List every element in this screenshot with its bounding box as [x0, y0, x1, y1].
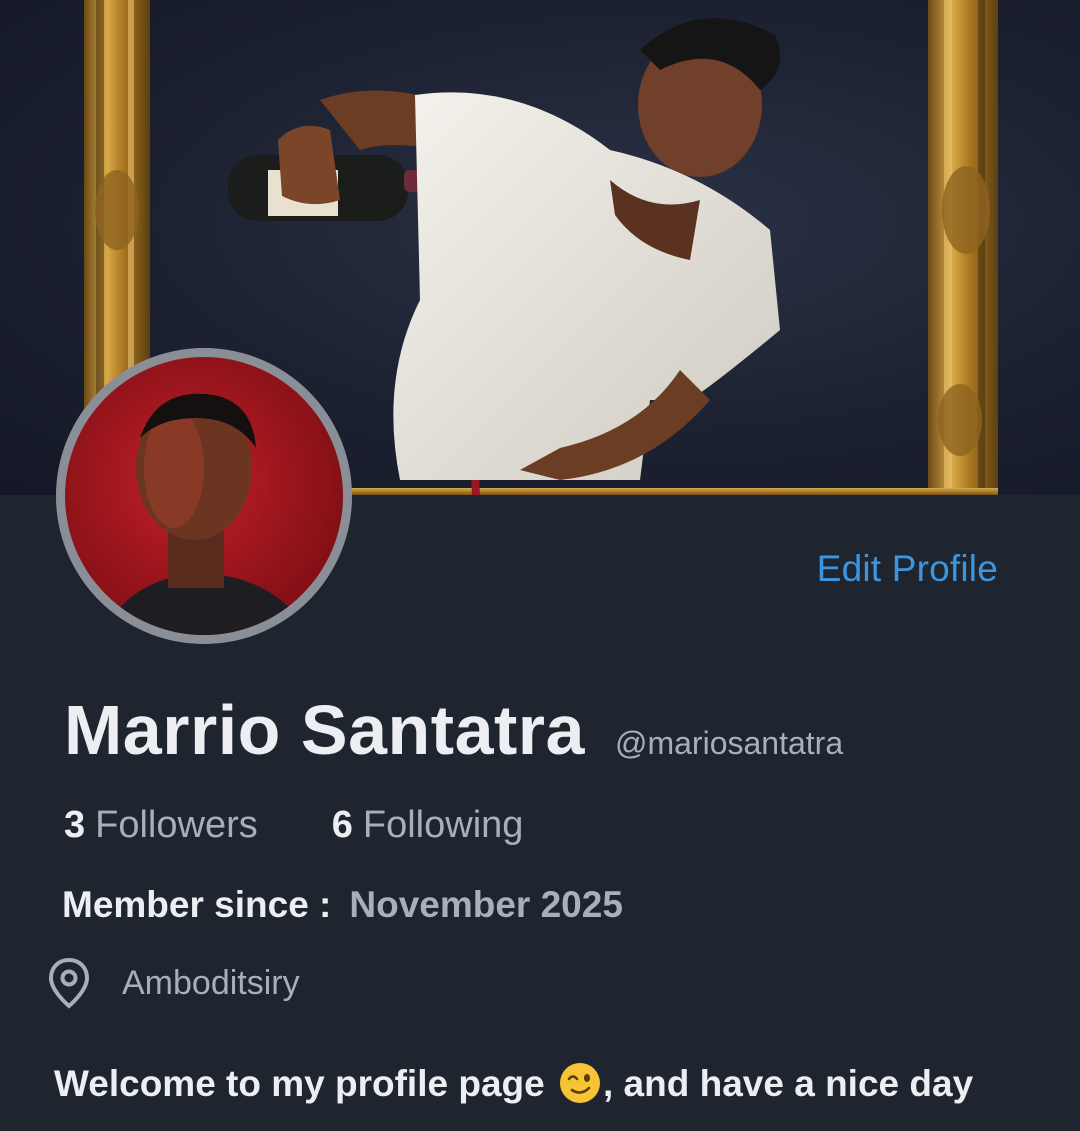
bio-part-1: Welcome to my profile page — [54, 1063, 545, 1104]
followers-link[interactable]: 3 Followers — [64, 804, 258, 847]
follow-stats: 3 Followers 6 Following — [64, 804, 597, 847]
bio-text: Welcome to my profile page , and have a … — [54, 1058, 1044, 1110]
avatar-image — [56, 348, 352, 644]
followers-count: 3 — [64, 804, 86, 846]
location-pin-icon — [48, 957, 90, 1009]
member-since-label: Member since : — [62, 884, 332, 925]
followers-label: Followers — [95, 804, 258, 846]
following-label: Following — [362, 804, 524, 846]
edit-profile-button[interactable]: Edit Profile — [817, 548, 998, 590]
profile-page: Edit Profile Marrio Santatra @mariosanta… — [0, 0, 1080, 1131]
following-count: 6 — [331, 804, 353, 846]
display-name: Marrio Santatra — [64, 691, 585, 769]
username-handle: @mariosantatra — [614, 725, 844, 761]
avatar[interactable] — [56, 348, 352, 644]
location-text: Amboditsiry — [122, 963, 300, 1002]
winking-face-emoji-icon — [559, 1063, 600, 1103]
location-row: Amboditsiry — [46, 956, 300, 1010]
member-since-value: November 2025 — [349, 884, 623, 925]
bio-part-2: , and have a nice day — [602, 1063, 974, 1104]
name-row: Marrio Santatra @mariosantatra — [64, 690, 843, 770]
following-link[interactable]: 6 Following — [332, 804, 524, 847]
member-since: Member since : November 2025 — [62, 884, 623, 926]
